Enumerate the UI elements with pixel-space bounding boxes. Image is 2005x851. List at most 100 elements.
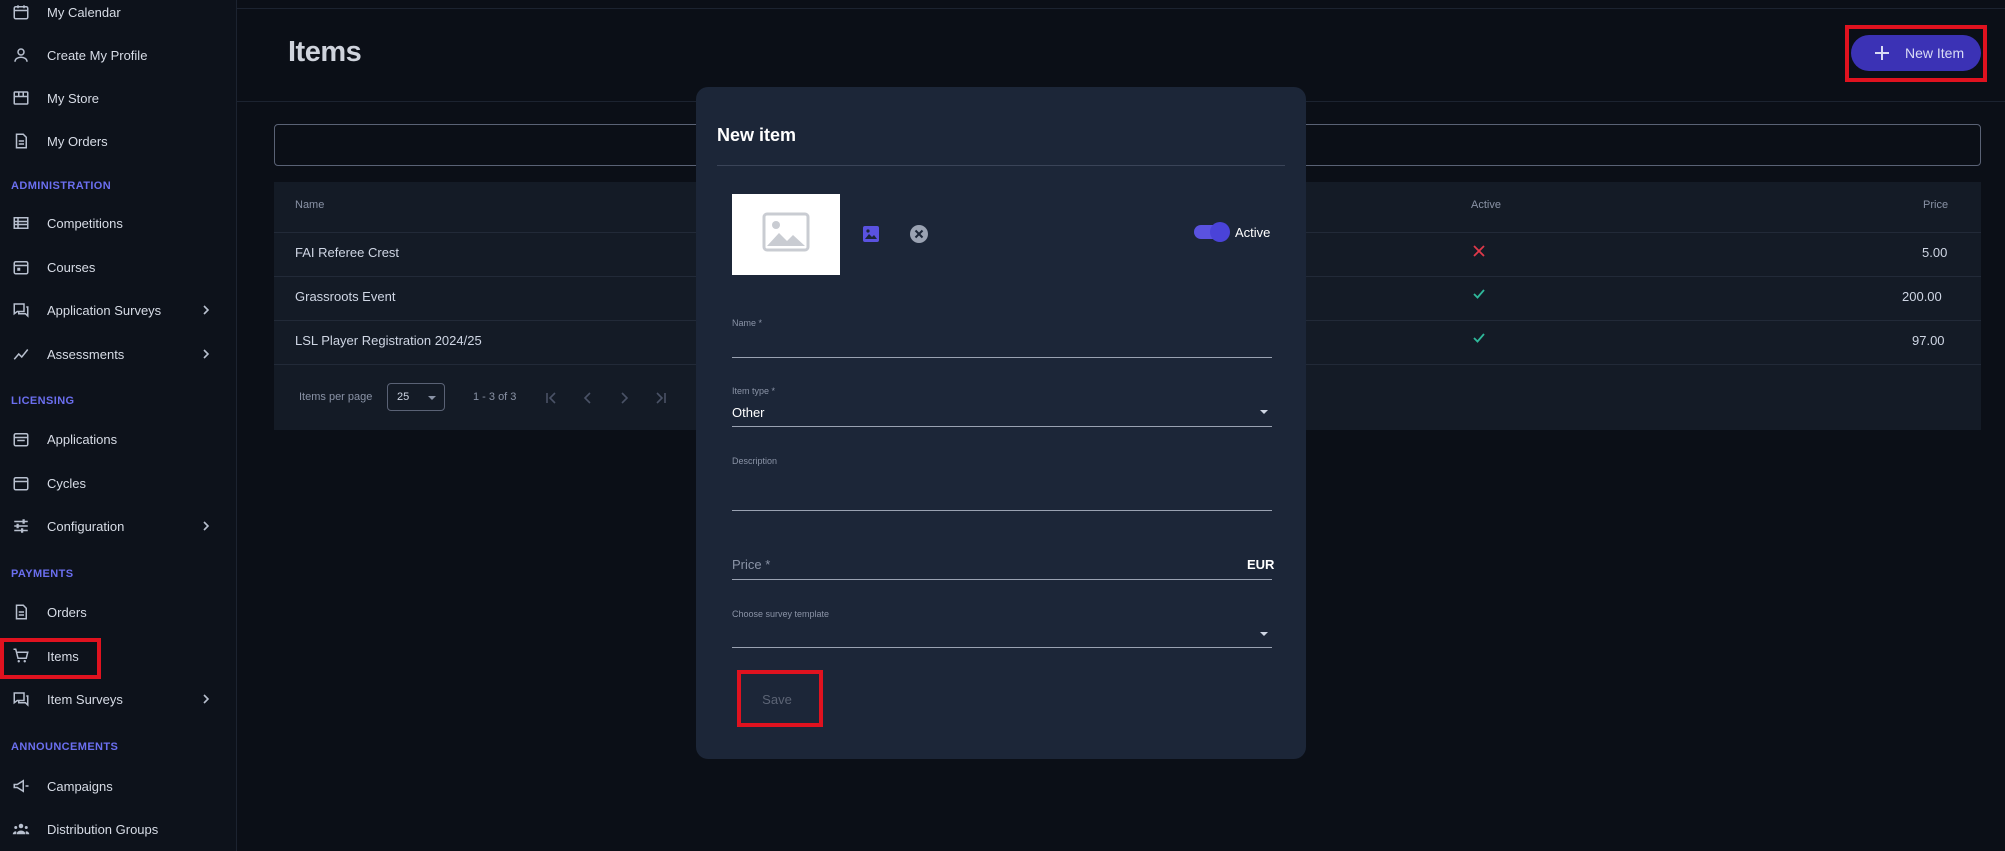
sidebar-item-cycles[interactable]: Cycles [0,465,237,501]
sidebar-item-courses[interactable]: Courses [0,249,237,285]
caret-down-icon [1260,632,1268,636]
sidebar-item-label: Create My Profile [47,47,148,63]
survey-template-underline [732,647,1272,648]
forum-icon [11,689,31,709]
save-button[interactable]: Save [741,680,813,718]
sidebar-item-application-surveys[interactable]: Application Surveys [0,292,237,328]
upload-image-icon[interactable] [860,223,882,245]
sidebar-item-items[interactable]: Items [0,638,237,674]
cell-name: LSL Player Registration 2024/25 [295,333,482,348]
description-label: Description [732,456,778,466]
sidebar-item-label: Assessments [47,346,125,362]
tune-icon [11,516,31,536]
sidebar: My Calendar Create My Profile My Store M… [0,0,237,851]
cell-price: 97.00 [1912,333,1945,348]
person-icon [11,45,31,65]
sidebar-item-label: Application Surveys [47,302,162,318]
sidebar-item-label: My Calendar [47,4,121,20]
section-announcements: ANNOUNCEMENTS [11,741,119,753]
caret-down-icon [1260,410,1268,414]
name-underline [732,357,1272,358]
trend-icon [11,344,31,364]
receipt-icon [11,131,31,151]
column-header-name[interactable]: Name [295,199,324,211]
sidebar-item-my-orders[interactable]: My Orders [0,123,237,159]
paginator-range: 1 - 3 of 3 [473,391,517,403]
sidebar-item-my-store[interactable]: My Store [0,80,237,116]
sidebar-item-item-surveys[interactable]: Item Surveys [0,681,237,717]
close-icon [1472,244,1486,263]
plus-icon [1873,44,1891,62]
column-header-price[interactable]: Price [1923,199,1948,211]
sidebar-item-campaigns[interactable]: Campaigns [0,768,237,804]
toggle-knob [1210,222,1230,242]
forum-icon [11,300,31,320]
sidebar-item-assessments[interactable]: Assessments [0,336,237,372]
image-placeholder[interactable] [732,194,840,275]
cell-price: 200.00 [1902,289,1942,304]
cell-name: Grassroots Event [295,289,396,304]
next-page-icon[interactable] [615,389,633,407]
dialog-title: New item [717,125,797,145]
price-field[interactable] [732,552,1232,576]
sidebar-item-orders[interactable]: Orders [0,594,237,630]
top-divider [237,8,2005,9]
column-header-active[interactable]: Active [1471,199,1501,211]
price-currency: EUR [1247,557,1275,572]
items-per-page-select[interactable]: 25 [387,383,445,411]
dialog-divider [717,165,1285,166]
sidebar-item-label: Competitions [47,215,123,231]
sidebar-item-competitions[interactable]: Competitions [0,205,237,241]
last-page-icon[interactable] [651,389,669,407]
item-type-value: Other [732,405,765,420]
cell-price: 5.00 [1922,245,1948,260]
price-underline [732,579,1272,580]
groups-icon [11,819,31,839]
sidebar-item-label: Campaigns [47,778,113,794]
cell-name: FAI Referee Crest [295,245,400,260]
sidebar-item-label: Distribution Groups [47,821,159,837]
new-item-button[interactable]: New Item [1851,35,1981,71]
chevron-right-icon [200,519,212,533]
sidebar-item-create-my-profile[interactable]: Create My Profile [0,37,237,73]
items-per-page-label: Items per page [299,391,373,403]
sidebar-item-label: Cycles [47,475,87,491]
sidebar-item-label: Item Surveys [47,691,123,707]
description-field[interactable] [732,482,1272,506]
page-title: Items [288,36,362,68]
previous-page-icon[interactable] [579,389,597,407]
check-icon [1472,331,1486,350]
sidebar-item-label: Configuration [47,518,125,534]
cart-icon [11,646,31,666]
sidebar-item-distribution-groups[interactable]: Distribution Groups [0,811,237,847]
chevron-right-icon [200,692,212,706]
first-page-icon[interactable] [543,389,561,407]
section-administration: ADMINISTRATION [11,180,112,192]
receipt-icon [11,602,31,622]
survey-template-label: Choose survey template [732,609,830,619]
store-icon [11,88,31,108]
section-licensing: LICENSING [11,395,75,407]
calendar-icon [11,473,31,493]
sidebar-item-applications[interactable]: Applications [0,421,237,457]
description-underline [732,510,1272,511]
new-item-label: New Item [1905,45,1965,61]
sidebar-item-configuration[interactable]: Configuration [0,508,237,544]
new-item-dialog: New item Active Name * Item type * Other… [696,87,1306,759]
survey-template-select[interactable] [732,622,1272,646]
calendar-icon [11,257,31,277]
name-label: Name * [732,318,763,328]
calendar-icon [11,2,31,22]
list-icon [11,213,31,233]
megaphone-icon [11,776,31,796]
sidebar-item-label: Orders [47,604,87,620]
chevron-right-icon [200,347,212,361]
check-icon [1472,287,1486,306]
remove-image-icon[interactable] [908,223,930,245]
section-payments: PAYMENTS [11,568,74,580]
sidebar-item-my-calendar[interactable]: My Calendar [0,0,237,30]
active-toggle[interactable] [1194,222,1230,242]
caret-down-icon [428,396,436,400]
name-field[interactable] [732,329,1272,353]
sidebar-item-label: My Orders [47,133,108,149]
